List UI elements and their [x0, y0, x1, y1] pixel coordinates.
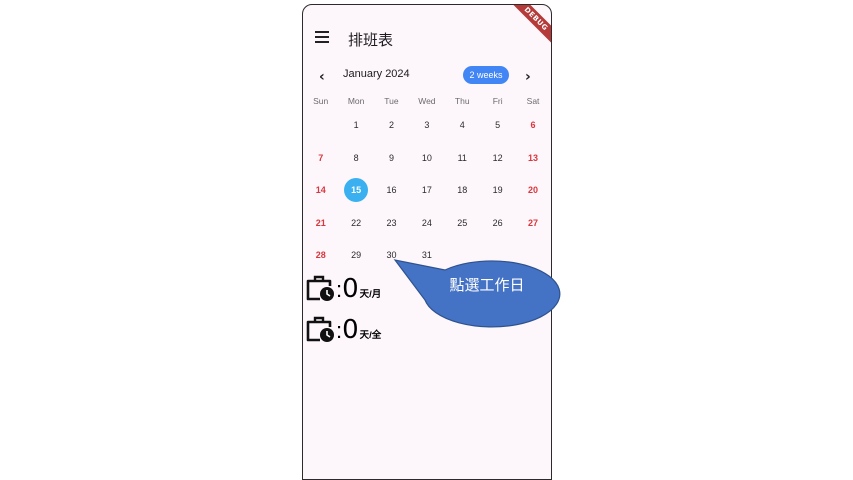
month-workdays-unit: 天/月: [359, 289, 382, 300]
calendar-day-number: 22: [351, 217, 362, 228]
month-label: January 2024: [343, 68, 410, 80]
calendar-day-number: 25: [457, 217, 468, 228]
calendar-day-number: 9: [388, 152, 394, 163]
calendar-day[interactable]: 30: [374, 239, 409, 272]
calendar-day-number: 19: [492, 185, 503, 196]
calendar-day[interactable]: 17: [409, 174, 444, 207]
calendar-day: [480, 239, 515, 272]
total-workdays-stat: : 0 天/全: [305, 314, 381, 344]
calendar-day-number: 17: [421, 185, 432, 196]
calendar-day-number: 3: [424, 120, 430, 131]
calendar-day: [515, 239, 550, 272]
calendar-grid: 1 2 3 4 5 6 7 8 9 10 11 12 13 14 15 16 17 18 19 20 21 22 23 24 2…: [303, 109, 551, 272]
calendar-week-row: 14 15 16 17 18 19 20: [303, 174, 551, 207]
calendar-day-number: 31: [421, 250, 432, 261]
format-toggle-button[interactable]: 2 weeks: [463, 66, 509, 84]
weekday-header: Sun Mon Tue Wed Thu Fri Sat: [303, 96, 551, 106]
calendar-day[interactable]: 2: [374, 109, 409, 142]
total-workdays-unit: 天/全: [359, 330, 382, 341]
calendar-day-number: 15: [344, 178, 369, 203]
weekday-label: Fri: [492, 96, 503, 106]
chevron-left-icon[interactable]: ‹: [319, 69, 325, 85]
calendar-day-number: 16: [386, 185, 397, 196]
chevron-right-icon[interactable]: ›: [525, 69, 531, 85]
calendar-day-number: 18: [457, 185, 468, 196]
calendar-day[interactable]: 9: [374, 142, 409, 175]
calendar-day[interactable]: 20: [515, 174, 550, 207]
calendar-day[interactable]: 1: [338, 109, 373, 142]
calendar-day-number: 21: [315, 217, 326, 228]
calendar-day[interactable]: 18: [445, 174, 480, 207]
calendar-day-number: 5: [495, 120, 501, 131]
calendar-day[interactable]: 13: [515, 142, 550, 175]
calendar-day[interactable]: 29: [338, 239, 373, 272]
calendar-day[interactable]: 5: [480, 109, 515, 142]
calendar-day-number: 1: [353, 120, 359, 131]
phone-screen: DEBUG 排班表 ‹ January 2024 2 weeks › Sun M…: [302, 4, 552, 480]
calendar-day[interactable]: 12: [480, 142, 515, 175]
calendar-day[interactable]: 11: [445, 142, 480, 175]
calendar-day-number: 14: [315, 185, 326, 196]
calendar-day[interactable]: 22: [338, 207, 373, 240]
calendar-day-number: 27: [528, 217, 539, 228]
weekday-label: Sat: [526, 96, 540, 106]
calendar-day[interactable]: 14: [303, 174, 338, 207]
calendar-day: [303, 109, 338, 142]
calendar-day-number: 6: [530, 120, 536, 131]
calendar-day[interactable]: 16: [374, 174, 409, 207]
calendar-day-number: 7: [318, 152, 324, 163]
calendar-day[interactable]: 19: [480, 174, 515, 207]
calendar-day-number: 10: [421, 152, 432, 163]
weekday-label: Mon: [347, 96, 365, 106]
work-history-icon: [306, 316, 334, 342]
calendar-day-number: 8: [353, 152, 359, 163]
calendar-week-row: 7 8 9 10 11 12 13: [303, 142, 551, 175]
calendar-day-number: 2: [388, 120, 394, 131]
calendar-day[interactable]: 6: [515, 109, 550, 142]
callout-label: 點選工作日: [449, 277, 525, 294]
weekday-label: Thu: [454, 96, 470, 106]
calendar-day-number: 24: [421, 217, 432, 228]
calendar-day[interactable]: 28: [303, 239, 338, 272]
calendar-week-row: 1 2 3 4 5 6: [303, 109, 551, 142]
calendar-day-number: 26: [492, 217, 503, 228]
calendar-day-number: 30: [386, 250, 397, 261]
work-history-icon: [306, 275, 334, 301]
calendar-day-number: 28: [315, 250, 326, 261]
calendar-day[interactable]: 10: [409, 142, 444, 175]
calendar-day-number: 29: [351, 250, 362, 261]
calendar-day-number: 4: [459, 120, 465, 131]
calendar-day: [445, 239, 480, 272]
calendar-day[interactable]: 26: [480, 207, 515, 240]
month-workdays-value: 0: [342, 274, 359, 304]
calendar-day[interactable]: 7: [303, 142, 338, 175]
calendar-day-number: 20: [528, 185, 539, 196]
weekday-label: Wed: [418, 96, 436, 106]
weekday-label: Sun: [313, 96, 329, 106]
calendar-day[interactable]: 27: [515, 207, 550, 240]
calendar-week-row: 28 29 30 31: [303, 239, 551, 272]
calendar-day-number: 23: [386, 217, 397, 228]
calendar-week-row: 21 22 23 24 25 26 27: [303, 207, 551, 240]
calendar-day-number: 12: [492, 152, 503, 163]
calendar-day[interactable]: 8: [338, 142, 373, 175]
total-workdays-value: 0: [342, 315, 359, 345]
month-workdays-stat: : 0 天/月: [305, 273, 381, 303]
calendar-day[interactable]: 21: [303, 207, 338, 240]
weekday-label: Tue: [384, 96, 399, 106]
calendar-day[interactable]: 3: [409, 109, 444, 142]
debug-banner: DEBUG: [507, 5, 551, 48]
calendar-day-number: 11: [457, 152, 467, 163]
page-title: 排班表: [348, 32, 394, 49]
calendar-day-number: 13: [528, 152, 539, 163]
calendar-day[interactable]: 4: [445, 109, 480, 142]
calendar-day[interactable]: 23: [374, 207, 409, 240]
calendar-day-selected[interactable]: 15: [338, 174, 373, 207]
calendar-day[interactable]: 31: [409, 239, 444, 272]
menu-icon[interactable]: [315, 31, 329, 43]
calendar-day[interactable]: 24: [409, 207, 444, 240]
calendar-day[interactable]: 25: [445, 207, 480, 240]
